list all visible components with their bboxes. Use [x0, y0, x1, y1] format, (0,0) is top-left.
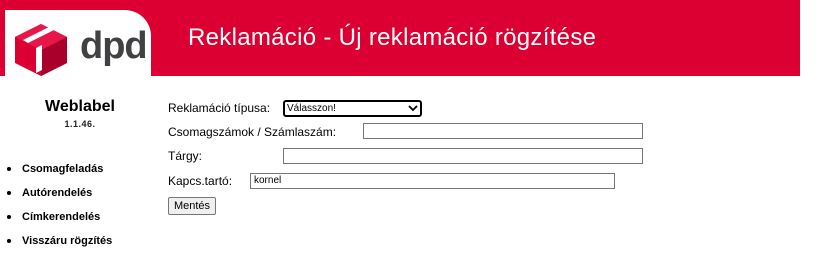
bullet-icon: [7, 215, 11, 219]
bullet-icon: [7, 167, 11, 171]
contact-input[interactable]: kornel: [250, 173, 615, 189]
dpd-logo: dpd: [12, 22, 152, 82]
parcels-label: Csomagszámok / Számlaszám:: [168, 125, 337, 139]
bullet-icon: [7, 239, 11, 243]
dpd-cube-icon: [15, 24, 67, 76]
app-name: Weblabel: [45, 98, 115, 115]
claim-type-value: Válasszon!: [287, 103, 336, 114]
page-title: Reklamáció - Új reklamáció rögzítése: [188, 24, 597, 51]
parcels-input[interactable]: [363, 123, 643, 139]
claim-type-label: Reklamáció típusa:: [168, 101, 271, 115]
logo-text: dpd: [80, 25, 148, 67]
sidebar-item-label: Címkerendelés: [22, 211, 101, 223]
sidebar-item-label: Csomagfeladás: [22, 163, 104, 175]
save-button[interactable]: Mentés: [168, 197, 216, 215]
subject-input[interactable]: [283, 148, 643, 164]
sidebar-nav: Csomagfeladás Autórendelés Címkerendelés…: [7, 162, 112, 258]
contact-label: Kapcs.tartó:: [168, 174, 233, 188]
bullet-icon: [7, 191, 11, 195]
subject-label: Tárgy:: [168, 149, 203, 163]
chevron-down-icon: [408, 105, 418, 112]
app-version: 1.1.46.: [64, 119, 96, 129]
sidebar-item-cimkerendeles[interactable]: Címkerendelés: [7, 210, 112, 234]
sidebar-item-label: Autórendelés: [22, 187, 93, 199]
sidebar-item-label: Visszáru rögzítés: [22, 235, 113, 247]
sidebar-item-visszaru-rogzites[interactable]: Visszáru rögzítés: [7, 234, 112, 258]
sidebar-item-csomagfeladas[interactable]: Csomagfeladás: [7, 162, 112, 186]
claim-type-select[interactable]: Válasszon!: [283, 100, 422, 117]
sidebar-item-autorendeles[interactable]: Autórendelés: [7, 186, 112, 210]
